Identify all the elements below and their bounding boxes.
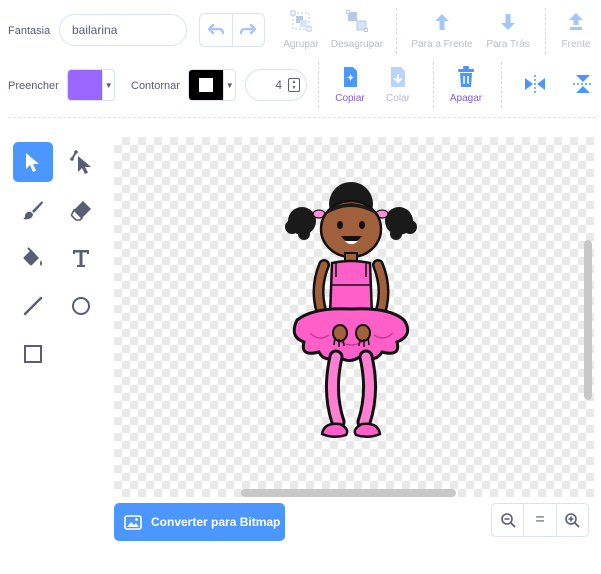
zoom-reset-button[interactable]: = bbox=[524, 504, 557, 536]
brush-tool[interactable] bbox=[13, 190, 53, 230]
image-icon bbox=[124, 514, 142, 530]
undo-icon bbox=[207, 23, 224, 35]
line-icon bbox=[23, 296, 43, 316]
arrow-up-icon bbox=[435, 14, 449, 30]
fill-tool[interactable] bbox=[13, 238, 53, 278]
backward-label: Para Trás bbox=[486, 39, 530, 50]
zoom-reset-label: = bbox=[535, 511, 545, 528]
divider bbox=[433, 62, 434, 108]
arrow-select-icon bbox=[26, 153, 39, 172]
trash-icon bbox=[458, 66, 474, 87]
redo-button[interactable] bbox=[233, 14, 265, 46]
outline-label: Contornar bbox=[131, 80, 180, 92]
toolbar-divider bbox=[8, 117, 596, 118]
group-label: Agrupar bbox=[283, 39, 319, 50]
caret-down-icon: ▼ bbox=[102, 70, 114, 100]
brush-icon bbox=[23, 201, 43, 220]
convert-label: Converter para Bitmap bbox=[151, 515, 281, 529]
flip-vertical-button[interactable] bbox=[572, 74, 594, 99]
forward-label: Para a Frente bbox=[411, 39, 473, 50]
reshape-tool[interactable] bbox=[61, 142, 101, 182]
forward-button[interactable]: Para a Frente bbox=[406, 12, 478, 50]
circle-tool[interactable] bbox=[61, 286, 101, 326]
stroke-width-value: 4 bbox=[275, 78, 282, 92]
flip-horizontal-icon bbox=[525, 75, 545, 93]
flip-vertical-icon bbox=[573, 75, 593, 93]
undo-redo-group bbox=[199, 13, 265, 47]
copy-button[interactable]: Copiar bbox=[330, 66, 370, 104]
paste-icon bbox=[391, 67, 405, 87]
outline-swatch bbox=[189, 70, 224, 100]
rectangle-tool[interactable] bbox=[13, 334, 53, 374]
eraser-tool[interactable] bbox=[61, 190, 101, 230]
bring-to-front-icon bbox=[569, 13, 583, 30]
costume-label: Fantasia bbox=[8, 25, 51, 37]
ungroup-label: Desagrupar bbox=[330, 39, 384, 50]
ungroup-icon bbox=[346, 10, 368, 32]
divider bbox=[396, 8, 397, 54]
arrow-down-icon bbox=[501, 14, 515, 30]
costume-name-input[interactable] bbox=[59, 14, 187, 46]
caret-down-icon: ▼ bbox=[223, 70, 235, 100]
copy-icon bbox=[344, 67, 357, 87]
delete-button[interactable]: Apagar bbox=[446, 66, 486, 104]
vertical-scrollbar[interactable] bbox=[584, 240, 592, 400]
convert-to-bitmap-button[interactable]: Converter para Bitmap bbox=[114, 503, 285, 541]
divider bbox=[545, 8, 546, 54]
backward-button[interactable]: Para Trás bbox=[480, 12, 536, 50]
fill-color-picker[interactable]: ▼ bbox=[67, 69, 115, 101]
text-icon bbox=[73, 250, 89, 267]
line-tool[interactable] bbox=[13, 286, 53, 326]
zoom-out-button[interactable] bbox=[492, 504, 525, 536]
paint-canvas[interactable] bbox=[114, 137, 594, 497]
paint-bucket-icon bbox=[23, 247, 42, 266]
stepper-icon[interactable]: ▲ ▼ bbox=[288, 78, 300, 92]
text-tool[interactable] bbox=[61, 238, 101, 278]
fill-swatch bbox=[68, 70, 103, 100]
horizontal-scrollbar[interactable] bbox=[241, 489, 456, 497]
paste-button[interactable]: Colar bbox=[380, 66, 416, 104]
reshape-icon bbox=[70, 150, 91, 174]
divider bbox=[318, 62, 319, 108]
paste-label: Colar bbox=[386, 93, 410, 104]
outline-swatch-inner bbox=[199, 78, 214, 92]
group-icon bbox=[290, 10, 312, 32]
flip-horizontal-button[interactable] bbox=[524, 74, 546, 99]
front-button[interactable]: Frente bbox=[556, 12, 596, 50]
delete-label: Apagar bbox=[449, 93, 483, 104]
select-tool[interactable] bbox=[13, 142, 53, 182]
stroke-width-input[interactable]: 4 ▲ ▼ bbox=[245, 69, 307, 101]
front-label: Frente bbox=[561, 39, 591, 50]
zoom-out-icon bbox=[500, 513, 516, 528]
outline-color-picker[interactable]: ▼ bbox=[188, 69, 236, 101]
circle-icon bbox=[72, 297, 90, 315]
zoom-in-button[interactable] bbox=[557, 504, 588, 536]
fill-label: Preencher bbox=[8, 80, 59, 92]
copy-label: Copiar bbox=[335, 93, 365, 104]
zoom-controls: = bbox=[491, 503, 589, 537]
zoom-in-icon bbox=[565, 513, 580, 528]
rectangle-icon bbox=[24, 345, 42, 363]
undo-button[interactable] bbox=[200, 14, 233, 46]
eraser-icon bbox=[70, 201, 91, 221]
group-button[interactable]: Agrupar bbox=[280, 10, 322, 50]
divider bbox=[501, 62, 502, 108]
ballerina-sprite[interactable] bbox=[114, 137, 594, 497]
redo-icon bbox=[240, 23, 257, 35]
ungroup-button[interactable]: Desagrupar bbox=[328, 10, 386, 50]
